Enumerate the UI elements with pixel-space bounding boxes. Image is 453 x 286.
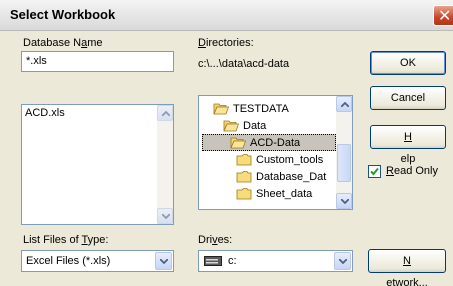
file-list[interactable]: ACD.xls (21, 104, 174, 225)
database-name-input[interactable]: *.xls (21, 51, 174, 72)
scroll-down-button[interactable] (336, 193, 352, 209)
database-name-label: Database Name (23, 37, 103, 49)
drives-dropdown-button[interactable] (334, 252, 351, 270)
drives-value: c: (228, 255, 237, 267)
scroll-up-button[interactable] (157, 105, 173, 121)
close-button[interactable]: ✕ (433, 5, 453, 26)
directory-item[interactable]: Sheet_data (236, 185, 312, 202)
network-button[interactable]: Network... (368, 249, 446, 286)
close-icon: ✕ (438, 6, 452, 25)
title-bar: Select Workbook ✕ (0, 0, 453, 31)
directory-item[interactable]: TESTDATA (213, 100, 289, 117)
folder-closed-icon (236, 170, 252, 183)
directory-scrollbar[interactable] (336, 96, 352, 209)
chevron-down-icon (160, 259, 168, 264)
directory-tree[interactable]: TESTDATA Data ACD-Data Custom_tools Data… (198, 95, 353, 210)
scroll-up-button[interactable] (336, 96, 352, 112)
read-only-checkbox[interactable] (368, 165, 381, 178)
checkmark-icon (370, 167, 379, 176)
file-list-item[interactable]: ACD.xls (25, 107, 65, 119)
arrow-up-icon (162, 111, 170, 116)
directory-item-selected[interactable]: ACD-Data (202, 134, 336, 151)
scroll-down-button[interactable] (157, 208, 173, 224)
scroll-thumb[interactable] (337, 144, 351, 182)
dialog-title: Select Workbook (10, 7, 116, 22)
directories-label: Directories: (198, 37, 254, 49)
drives-select[interactable]: c: (198, 250, 353, 272)
directory-item[interactable]: Database_Dat (236, 168, 326, 185)
folder-closed-icon (236, 187, 252, 200)
chevron-down-icon (339, 259, 347, 264)
file-list-scrollbar[interactable] (157, 105, 173, 224)
directories-path: c:\...\data\acd-data (198, 58, 290, 70)
file-type-dropdown-button[interactable] (155, 252, 172, 270)
file-type-label: List Files of Type: (23, 234, 109, 246)
ok-button[interactable]: OK (370, 51, 446, 75)
cancel-button[interactable]: Cancel (370, 86, 446, 110)
directory-item[interactable]: Data (223, 117, 266, 134)
file-type-select[interactable]: Excel Files (*.xls) (21, 250, 174, 272)
folder-open-icon (230, 136, 246, 149)
folder-closed-icon (236, 153, 252, 166)
arrow-up-icon (341, 102, 349, 107)
directory-item[interactable]: Custom_tools (236, 151, 323, 168)
select-workbook-dialog: Select Workbook ✕ Database Name *.xls AC… (0, 0, 453, 286)
drive-icon (204, 256, 222, 266)
folder-open-icon (223, 119, 239, 132)
folder-open-icon (213, 102, 229, 115)
arrow-down-icon (341, 199, 349, 204)
read-only-label[interactable]: Read Only (386, 165, 438, 177)
file-type-value: Excel Files (*.xls) (26, 255, 111, 267)
drives-label: Drives: (198, 234, 233, 246)
arrow-down-icon (162, 214, 170, 219)
help-button[interactable]: Help (370, 125, 446, 165)
